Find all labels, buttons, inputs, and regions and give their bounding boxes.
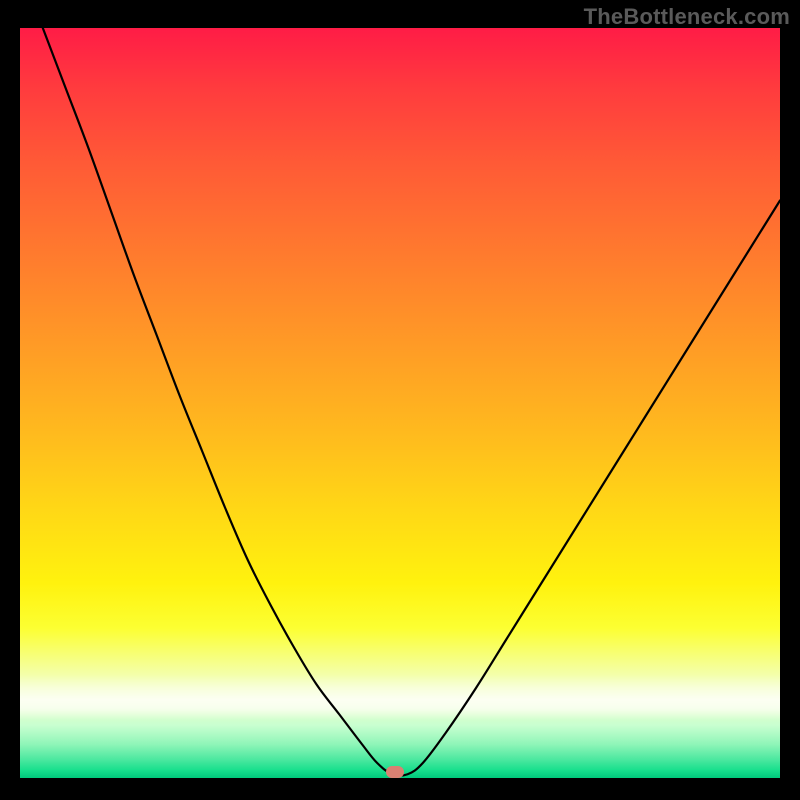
curve-path <box>20 28 780 776</box>
bottleneck-curve <box>20 28 780 778</box>
plot-area <box>20 28 780 778</box>
chart-frame: TheBottleneck.com <box>0 0 800 800</box>
optimal-point-marker <box>386 766 404 778</box>
watermark-text: TheBottleneck.com <box>584 4 790 30</box>
